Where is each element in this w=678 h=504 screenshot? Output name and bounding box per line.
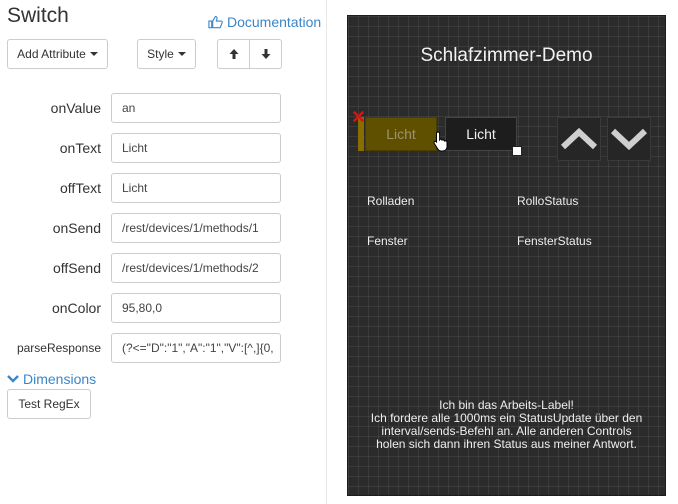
attribute-row-onsend: onSend /rest/devices/1/methods/1: [0, 213, 326, 245]
ontext-input[interactable]: Licht: [111, 133, 281, 163]
documentation-link[interactable]: Documentation: [208, 14, 321, 30]
arrow-down-icon: [261, 49, 270, 59]
preview-title: Schlafzimmer-Demo: [420, 45, 593, 66]
style-label: Style: [147, 47, 174, 61]
parseresponse-input[interactable]: (?<="D":"1","A":"1","V":[^,]{0,: [111, 333, 281, 363]
switch-off-label: Licht: [386, 126, 416, 142]
offtext-input[interactable]: Licht: [111, 173, 281, 203]
hand-cursor-icon: [433, 131, 448, 152]
switch-on-button[interactable]: Licht: [445, 117, 517, 151]
chevron-down-icon: [611, 128, 647, 150]
preview-canvas[interactable]: Schlafzimmer-Demo Licht Licht Rolladen R…: [347, 15, 666, 496]
panel-divider: [326, 0, 327, 504]
arrow-up-icon: [229, 49, 238, 59]
attribute-row-ontext: onText Licht: [0, 133, 326, 165]
attribute-row-offsend: offSend /rest/devices/1/methods/2: [0, 253, 326, 285]
attribute-label: offSend: [52, 260, 101, 276]
worker-info-label: Ich bin das Arbeits-Label! Ich fordere a…: [348, 399, 665, 451]
dimensions-toggle[interactable]: Dimensions: [7, 371, 96, 387]
move-down-button[interactable]: [249, 39, 282, 69]
dimensions-label: Dimensions: [23, 371, 97, 387]
thumbs-up-icon: [208, 15, 223, 29]
chevron-up-icon: [561, 128, 597, 150]
attribute-row-onvalue: onValue an: [0, 93, 326, 125]
info-line: holen sich dann ihren Status aus meiner …: [376, 437, 637, 451]
attribute-label: onColor: [51, 300, 101, 316]
attribute-label: onText: [59, 140, 101, 156]
offsend-input[interactable]: /rest/devices/1/methods/2: [111, 253, 281, 283]
rolladen-label: Rolladen: [367, 194, 415, 208]
attribute-label: onValue: [50, 100, 101, 116]
oncolor-input[interactable]: 95,80,0: [111, 293, 281, 323]
test-regex-button[interactable]: Test RegEx: [7, 389, 91, 419]
rollo-down-button[interactable]: [607, 117, 651, 161]
onvalue-input[interactable]: an: [111, 93, 281, 123]
test-regex-label: Test RegEx: [18, 397, 80, 411]
switch-off-button[interactable]: Licht: [365, 117, 437, 151]
editor-panel: Switch Documentation Add Attribute Style…: [0, 0, 326, 504]
add-attribute-label: Add Attribute: [17, 47, 86, 61]
rollo-up-button[interactable]: [557, 117, 601, 161]
selection-edge: [358, 117, 364, 151]
documentation-label: Documentation: [227, 14, 322, 30]
caret-down-icon: [89, 52, 98, 56]
fenster-label: Fenster: [367, 234, 408, 248]
attribute-label: parseResponse: [16, 341, 101, 355]
caret-down-icon: [177, 52, 186, 56]
attribute-row-offtext: offText Licht: [0, 173, 326, 205]
attribute-label: offText: [60, 180, 101, 196]
chevron-down-icon: [7, 375, 19, 383]
add-attribute-button[interactable]: Add Attribute: [7, 39, 108, 69]
attribute-row-parseresponse: parseResponse (?<="D":"1","A":"1","V":[^…: [0, 333, 326, 365]
style-button[interactable]: Style: [137, 39, 196, 69]
attribute-label: onSend: [52, 220, 101, 236]
switch-on-label: Licht: [466, 126, 496, 142]
fenster-status-label: FensterStatus: [517, 234, 592, 248]
resize-handle[interactable]: [512, 146, 522, 156]
component-title: Switch: [7, 4, 69, 27]
close-icon[interactable]: [353, 111, 364, 122]
attribute-row-oncolor: onColor 95,80,0: [0, 293, 326, 325]
rollo-status-label: RolloStatus: [517, 194, 579, 208]
onsend-input[interactable]: /rest/devices/1/methods/1: [111, 213, 281, 243]
move-up-button[interactable]: [217, 39, 250, 69]
